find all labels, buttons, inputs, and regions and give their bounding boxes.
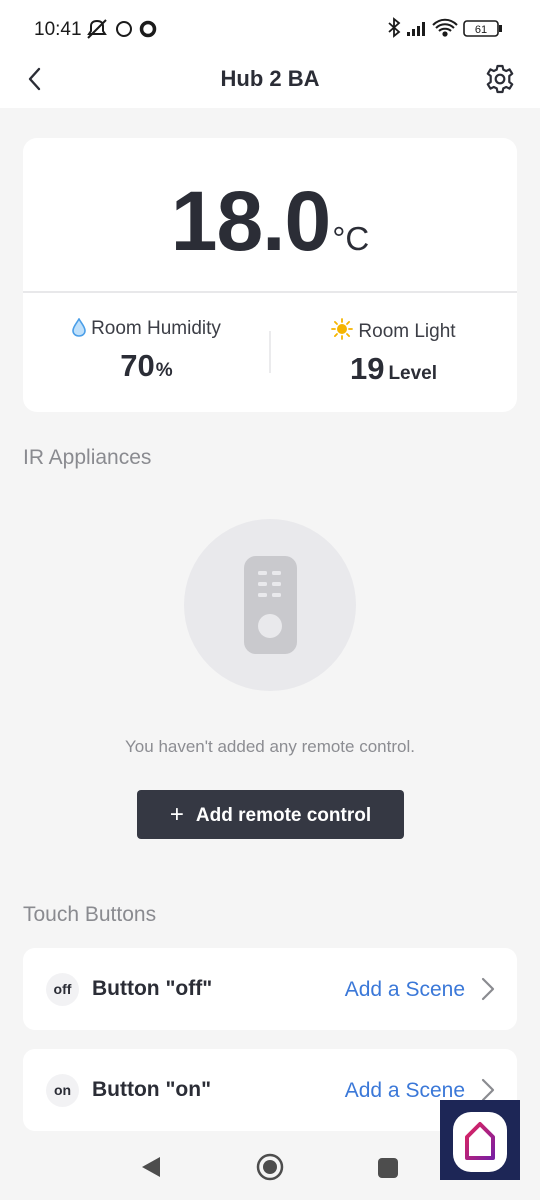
page-title: Hub 2 BA	[220, 66, 320, 91]
nav-recents-button[interactable]	[377, 1157, 399, 1179]
circle-notification-icon	[116, 21, 132, 37]
plus-icon: +	[169, 801, 184, 828]
add-remote-control-button[interactable]: + Add remote control	[137, 790, 404, 839]
nav-back-button[interactable]	[140, 1155, 162, 1179]
light-value: 19	[349, 351, 385, 386]
humidity-unit: %	[155, 360, 173, 381]
triangle-back-icon	[142, 1157, 160, 1177]
humidity-label: Room Humidity	[91, 318, 221, 339]
muted-bell-icon	[87, 19, 107, 39]
sun-icon	[331, 318, 354, 340]
touch-buttons-heading: Touch Buttons	[23, 903, 157, 926]
water-drop-icon	[72, 317, 86, 337]
touch-button-name: Button "on"	[92, 1078, 212, 1101]
ir-appliances-heading: IR Appliances	[23, 446, 152, 469]
home-logo-icon	[453, 1112, 507, 1172]
add-scene-link[interactable]: Add a Scene	[345, 978, 465, 1002]
temperature-display: 18.0°C	[23, 173, 517, 270]
status-time: 10:41	[34, 19, 82, 40]
bluetooth-icon	[388, 17, 401, 38]
signal-icon	[407, 22, 425, 36]
light-label: Room Light	[358, 321, 456, 342]
status-system-icons: 61	[388, 17, 502, 38]
home-circle-icon	[256, 1153, 284, 1181]
touch-button-name: Button "off"	[92, 977, 213, 1000]
nav-home-button[interactable]	[256, 1153, 284, 1181]
chevron-right-icon	[481, 977, 495, 1001]
status-bar: 10:41 61	[0, 0, 540, 58]
wifi-icon	[432, 18, 458, 37]
battery-icon: 61	[463, 20, 502, 37]
temperature-value: 18.0	[170, 174, 331, 268]
light-metric: Room Light 19 Level	[270, 318, 517, 387]
add-remote-control-label: Add remote control	[195, 805, 372, 826]
humidity-metric: Room Humidity 70%	[23, 317, 270, 384]
chevron-right-icon	[481, 1078, 495, 1102]
empty-state-illustration	[184, 519, 356, 691]
off-badge-icon: off	[46, 973, 79, 1006]
battery-level: 61	[475, 24, 487, 36]
touch-button-row-off[interactable]: off Button "off" Add a Scene	[23, 948, 517, 1030]
on-badge-icon: on	[46, 1074, 79, 1107]
temperature-unit: °C	[332, 220, 370, 257]
climate-card: 18.0°C Room Humidity 70% Room Light 19 L…	[23, 138, 517, 412]
ring-notification-icon	[139, 20, 157, 38]
remote-control-icon	[244, 556, 297, 654]
app-header: Hub 2 BA	[0, 58, 540, 108]
settings-button[interactable]	[484, 63, 516, 95]
light-unit: Level	[388, 363, 438, 384]
humidity-value: 70	[120, 348, 155, 383]
status-notification-icons	[87, 19, 157, 39]
empty-state-text: You haven't added any remote control.	[125, 737, 415, 756]
square-recents-icon	[378, 1158, 398, 1178]
gear-icon	[486, 64, 514, 94]
card-divider	[23, 291, 517, 293]
hub-detail-screen: 10:41 61 Hub 2 BA 18.0°C Room Humidity 7…	[0, 0, 540, 1200]
app-logo-overlay	[440, 1100, 520, 1180]
